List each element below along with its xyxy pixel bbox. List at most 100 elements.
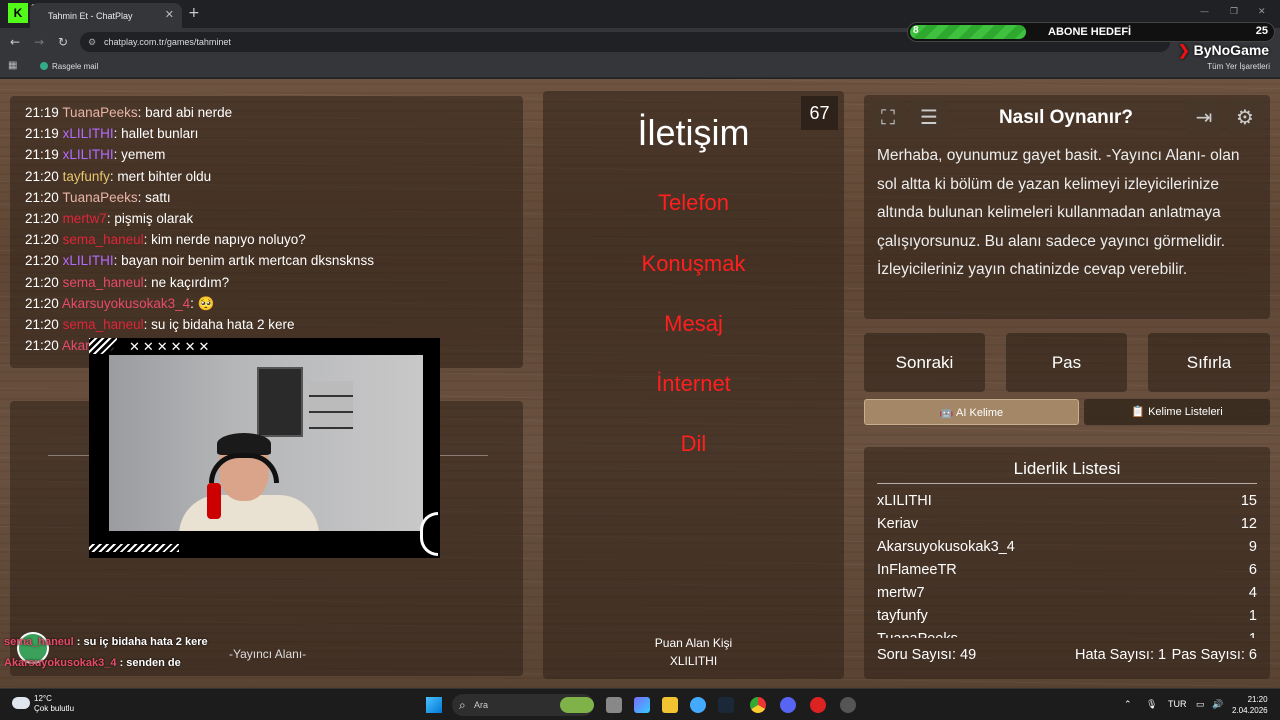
scorer-name: XLILITHI — [669, 654, 718, 668]
leaderboard-score: 4 — [1248, 585, 1257, 601]
edge-icon[interactable] — [690, 697, 706, 713]
webcam-overlay: ✕✕✕✕✕✕ — [89, 338, 440, 558]
fullscreen-icon[interactable]: ⛶ — [870, 100, 906, 134]
ai-word-button[interactable]: 🤖 AI Kelime — [864, 399, 1079, 425]
language-indicator[interactable]: TUR — [1168, 699, 1187, 709]
chat-message: 21:20 mertw7: pişmiş olarak — [25, 208, 523, 229]
kick-logo-icon[interactable]: K — [8, 3, 28, 23]
leaderboard-row: InFlameeTR 6 — [877, 559, 1257, 582]
reset-button[interactable]: Sıfırla — [1148, 333, 1270, 392]
chat-username[interactable]: mertw7 — [63, 211, 107, 226]
clock[interactable]: 21:20 2.04.2026 — [1232, 694, 1268, 716]
new-tab-button[interactable]: + — [188, 5, 200, 21]
chat-message: 21:20 tayfunfy: mert bihter oldu — [25, 166, 523, 187]
widgets-icon[interactable] — [634, 697, 650, 713]
apps-grid-icon[interactable]: ▦ — [8, 60, 17, 71]
reload-icon[interactable]: ↻ — [58, 35, 68, 49]
word-lists-button[interactable]: 📋 Kelime Listeleri — [1084, 399, 1270, 425]
minimize-icon[interactable]: — — [1200, 7, 1209, 17]
chat-time: 21:20 — [25, 232, 59, 248]
maximize-icon[interactable]: ❐ — [1230, 7, 1238, 17]
overlay-chat-user: sema_haneul — [4, 636, 74, 648]
chat-time: 21:19 — [25, 126, 59, 142]
settings-gear-icon[interactable]: ⚙ — [1227, 100, 1263, 134]
chat-time: 21:20 — [25, 338, 59, 354]
chat-username[interactable]: xLILITHI — [63, 126, 114, 141]
subscriber-goal-label: ABONE HEDEFİ — [1048, 26, 1132, 38]
decorative-stripe — [89, 544, 179, 552]
all-bookmarks-link[interactable]: Tüm Yer İşaretleri — [1207, 62, 1270, 71]
windows-start-icon[interactable] — [426, 697, 442, 713]
next-button[interactable]: Sonraki — [864, 333, 985, 392]
chat-message: 21:19 TuanaPeeks: bard abi nerde — [25, 102, 523, 123]
leaderboard-name: tayfunfy — [877, 608, 928, 624]
chat-username[interactable]: tayfunfy — [63, 169, 110, 184]
window-close-icon[interactable]: ✕ — [1258, 7, 1266, 17]
weather-cloud-icon[interactable] — [12, 697, 30, 709]
tab-close-icon[interactable]: ✕ — [165, 8, 174, 21]
weather-widget[interactable]: 12°C Çok bulutlu — [34, 694, 74, 714]
network-icon[interactable]: ▭ — [1196, 699, 1205, 710]
chat-username[interactable]: Akarsuyokusokak3_4 — [62, 296, 190, 311]
leaderboard-name: InFlameeTR — [877, 562, 957, 578]
chat-time: 21:19 — [25, 105, 59, 120]
chat-time: 21:20 — [25, 317, 59, 333]
leaderboard-score: 9 — [1248, 539, 1257, 555]
file-explorer-icon[interactable] — [662, 697, 678, 713]
decorative-stripe — [89, 338, 117, 354]
scorer-label: Puan Alan Kişi — [654, 636, 733, 650]
leaderboard-score: 15 — [1240, 493, 1257, 509]
tray-chevron-icon[interactable]: ⌃ — [1124, 699, 1132, 710]
clock-date: 2.04.2026 — [1232, 706, 1268, 715]
leaderboard-list: xLILITHI 15 Keriav 12 Akarsuyokusokak3_4 9 InF… — [877, 490, 1257, 638]
chat-time: 21:20 — [25, 211, 59, 227]
chat-username[interactable]: TuanaPeeks — [62, 190, 137, 205]
chat-username[interactable]: TuanaPeeks — [62, 105, 137, 120]
chat-text: : su iç bidaha hata 2 kere — [143, 317, 295, 333]
chat-text: : yemem — [113, 147, 166, 163]
discord-icon[interactable] — [780, 697, 796, 713]
cam-marks: ✕✕✕✕✕✕ — [129, 340, 213, 355]
overlay-chat-msg: : senden de — [116, 657, 181, 669]
chat-username[interactable]: sema_haneul — [63, 317, 144, 332]
chrome-icon[interactable] — [750, 697, 766, 713]
overlay-chat-user: Akarsuyokusokak3_4 — [4, 657, 117, 669]
leaderboard-name: Keriav — [877, 516, 919, 532]
chat-username[interactable]: xLILITHI — [63, 147, 114, 162]
app-icon[interactable] — [810, 697, 826, 713]
leaderboard-name: Akarsuyokusokak3_4 — [877, 539, 1015, 555]
chat-username[interactable]: xLILITHI — [63, 253, 114, 268]
chat-text: : sattı — [137, 189, 171, 205]
site-info-icon[interactable]: ⚙ — [88, 32, 96, 52]
error-count: Hata Sayısı: 1 — [1075, 647, 1167, 663]
leaderboard-name: mertw7 — [877, 585, 925, 601]
bookmark-random-mail[interactable]: Rasgele mail — [40, 62, 98, 71]
subscriber-goal-fill — [910, 25, 1027, 39]
chat-username[interactable]: sema_haneul — [63, 232, 144, 247]
chat-time: 21:19 — [25, 147, 59, 163]
chat-message: 21:20 sema_haneul: ne kaçırdım? — [25, 272, 523, 293]
exit-icon[interactable]: ⇥ — [1186, 100, 1222, 134]
chat-time: 21:20 — [25, 295, 59, 311]
chat-text: : bard abi nerde — [137, 105, 233, 120]
task-view-icon[interactable] — [606, 697, 622, 713]
taboo-word: Konuşmak — [641, 251, 746, 276]
notes-icon[interactable]: ☰ — [911, 100, 947, 134]
overlay-chat-line: Akarsuyokusokak3_4 : senden de — [4, 657, 181, 669]
microphone-icon[interactable]: 🎙 — [1146, 699, 1157, 710]
target-word: İletişim — [637, 112, 750, 153]
chat-time: 21:20 — [25, 274, 59, 290]
pass-button[interactable]: Pas — [1006, 333, 1127, 392]
volume-icon[interactable]: 🔊 — [1212, 699, 1223, 710]
search-highlight-icon[interactable] — [560, 697, 594, 713]
steam-icon[interactable] — [718, 697, 734, 713]
chat-text: : bayan noir benim artık mertcan dksnskn… — [113, 253, 374, 269]
chat-text: : mert bihter oldu — [109, 168, 212, 184]
question-count: Soru Sayısı: 49 — [877, 647, 977, 663]
forward-icon[interactable]: → — [34, 35, 44, 49]
chat-username[interactable]: sema_haneul — [63, 275, 144, 290]
back-icon[interactable]: ← — [10, 35, 20, 49]
sponsor-logo: ❯ ByNoGame — [1178, 42, 1270, 58]
browser-tab[interactable]: Tahmin Et - ChatPlay ✕ — [30, 3, 182, 28]
app-icon[interactable] — [840, 697, 856, 713]
